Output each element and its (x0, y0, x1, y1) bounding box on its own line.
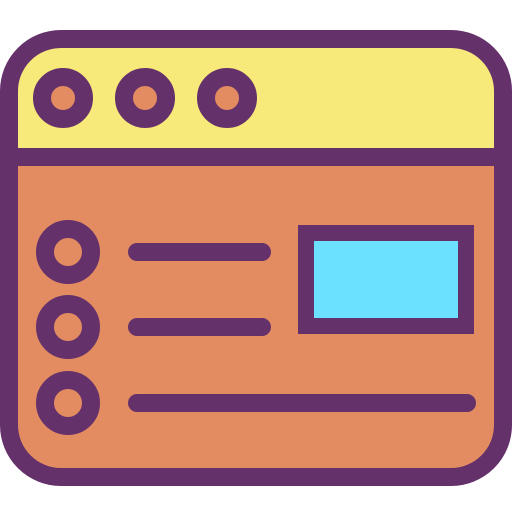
window-dot-1-icon[interactable] (33, 68, 93, 128)
radio-bullet-2-icon[interactable] (36, 295, 100, 359)
radio-bullet-3-icon[interactable] (36, 371, 100, 435)
window-dot-2-icon[interactable] (115, 68, 175, 128)
window-dot-3-icon[interactable] (197, 68, 257, 128)
image-placeholder-icon[interactable] (298, 225, 474, 334)
radio-bullet-1-icon[interactable] (36, 220, 100, 284)
browser-window-list-icon (0, 30, 512, 486)
